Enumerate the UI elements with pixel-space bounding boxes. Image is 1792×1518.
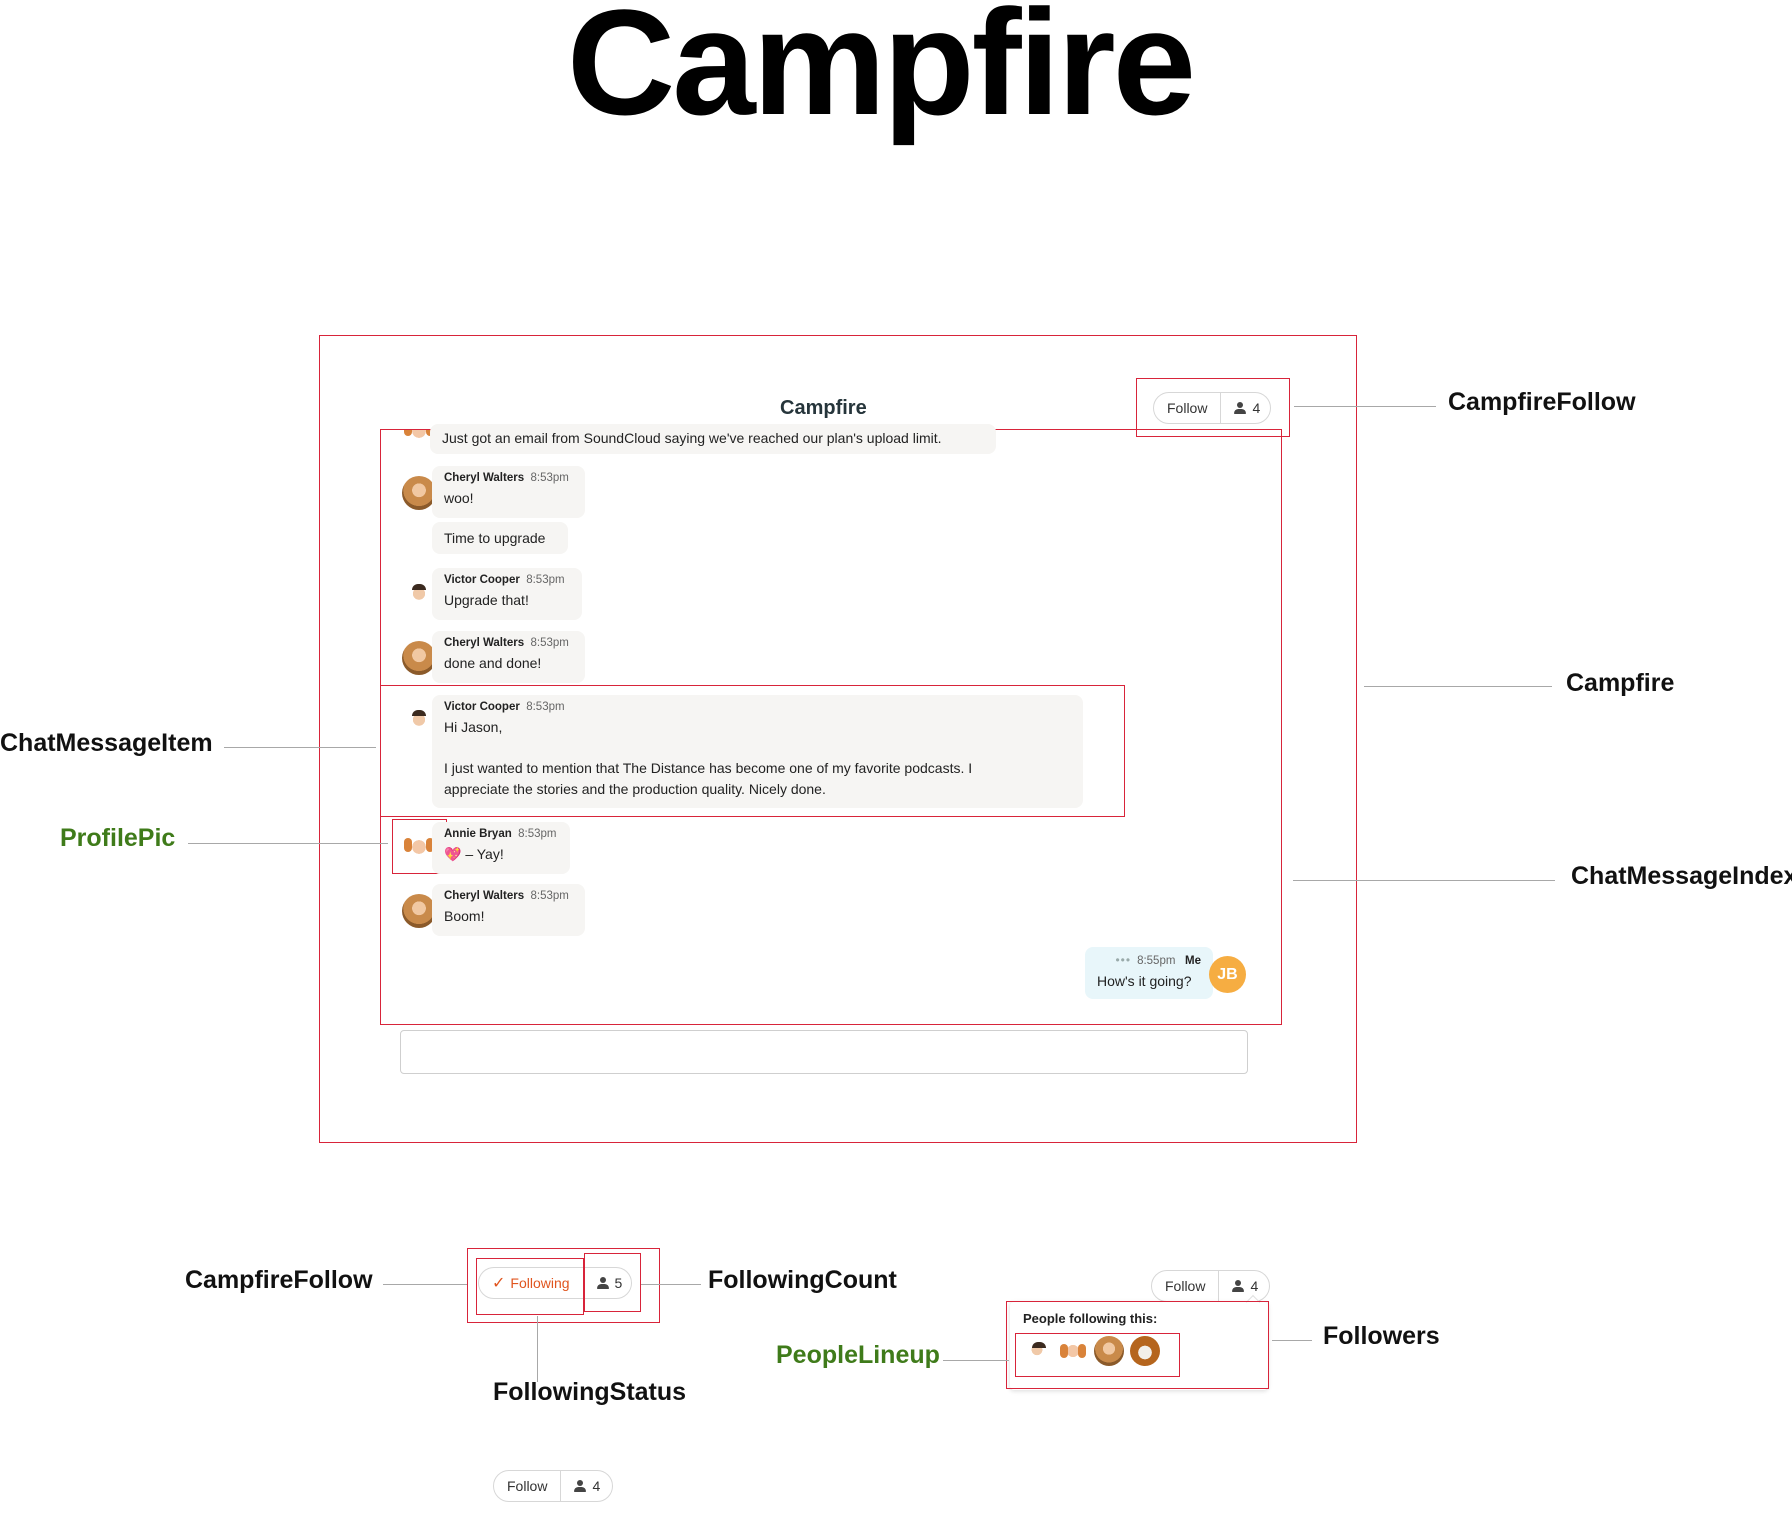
callout-followers: Followers <box>1323 1322 1440 1350</box>
message-time: 8:53pm <box>530 890 569 902</box>
message-body: Time to upgrade <box>444 530 546 546</box>
campfire-title: Campfire <box>780 397 867 419</box>
message-body: done and done! <box>444 655 542 671</box>
message-time: 8:53pm <box>518 828 557 840</box>
more-icon[interactable]: ••• <box>1115 953 1131 967</box>
message-body: Upgrade that! <box>444 592 529 608</box>
callout-campfire-follow: CampfireFollow <box>1448 388 1636 416</box>
leader-line <box>1272 1340 1312 1341</box>
leader-line <box>537 1316 538 1382</box>
chat-message-item-annotation-box <box>380 685 1125 817</box>
cheryl-avatar <box>402 894 436 928</box>
leader-line <box>188 843 388 844</box>
message-body: woo! <box>444 490 474 506</box>
following-status-annotation-box <box>476 1258 584 1315</box>
message-body: – Yay! <box>465 846 504 862</box>
jb-avatar: JB <box>1209 956 1246 993</box>
page-title: Campfire <box>566 0 1196 146</box>
follow-label: Follow <box>507 1478 548 1494</box>
callout-chat-message-index: ChatMessageIndex <box>1571 862 1792 890</box>
callout-campfire: Campfire <box>1566 669 1675 697</box>
leader-line <box>1294 406 1436 407</box>
message-time: 8:53pm <box>530 472 569 484</box>
message-time: 8:53pm <box>526 574 565 586</box>
callout-following-status: FollowingStatus <box>493 1378 687 1406</box>
chat-message-item: Victor Cooper 8:53pm Upgrade that! <box>432 568 582 620</box>
callout-following-count: FollowingCount <box>708 1266 897 1294</box>
follower-count-button[interactable]: 4 <box>1218 1271 1271 1301</box>
chat-message-item: Just got an email from SoundCloud saying… <box>430 424 996 454</box>
follower-count-button[interactable]: 4 <box>560 1471 613 1501</box>
follower-count: 4 <box>1250 1278 1259 1294</box>
callout-profile-pic: ProfilePic <box>60 824 176 852</box>
message-time: 8:55pm <box>1137 955 1176 967</box>
person-icon <box>1232 1280 1245 1292</box>
callout-campfire-follow: CampfireFollow <box>185 1266 373 1294</box>
message-author: Cheryl Walters <box>444 472 525 484</box>
following-count-annotation-box <box>584 1253 641 1312</box>
leader-line <box>641 1284 701 1285</box>
cheryl-avatar <box>402 641 436 675</box>
chat-message-item: Cheryl Walters 8:53pm Boom! <box>432 884 585 936</box>
leader-line <box>224 747 376 748</box>
follow-label: Follow <box>1165 1278 1206 1294</box>
people-lineup-annotation-box <box>1015 1333 1180 1377</box>
campfire-follow-widget-default: Follow 4 <box>493 1470 613 1502</box>
message-time: 8:53pm <box>530 637 569 649</box>
message-author: Victor Cooper <box>444 574 520 586</box>
chat-message-item: Time to upgrade <box>432 522 568 554</box>
follow-button[interactable]: Follow <box>1152 1271 1218 1301</box>
chat-message-item: Cheryl Walters 8:53pm woo! <box>432 466 585 518</box>
chat-message-item: Cheryl Walters 8:53pm done and done! <box>432 631 585 683</box>
message-author: Cheryl Walters <box>444 637 525 649</box>
message-author: Annie Bryan <box>444 828 512 840</box>
leader-line <box>943 1360 1009 1361</box>
message-author: Cheryl Walters <box>444 890 525 902</box>
message-author: Me <box>1185 955 1201 967</box>
leader-line <box>1293 880 1555 881</box>
message-body: How's it going? <box>1097 973 1192 989</box>
follow-button[interactable]: Follow <box>494 1471 560 1501</box>
callout-chat-message-item: ChatMessageItem <box>0 729 213 757</box>
cheryl-avatar <box>402 476 436 510</box>
chat-message-item-me: ••• 8:55pm Me How's it going? <box>1085 947 1213 999</box>
avatar-initials: JB <box>1217 965 1238 983</box>
chat-message-item: Annie Bryan 8:53pm 💖 – Yay! <box>432 822 570 874</box>
leader-line <box>1364 686 1552 687</box>
message-body: Just got an email from SoundCloud saying… <box>442 430 942 446</box>
follower-count: 4 <box>592 1478 601 1494</box>
victor-avatar <box>402 578 436 612</box>
person-icon <box>574 1480 587 1492</box>
callout-people-lineup: PeopleLineup <box>776 1341 940 1369</box>
heart-icon: 💖 <box>444 846 462 862</box>
leader-line <box>383 1284 468 1285</box>
message-input[interactable] <box>400 1030 1248 1074</box>
message-body: Boom! <box>444 908 485 924</box>
